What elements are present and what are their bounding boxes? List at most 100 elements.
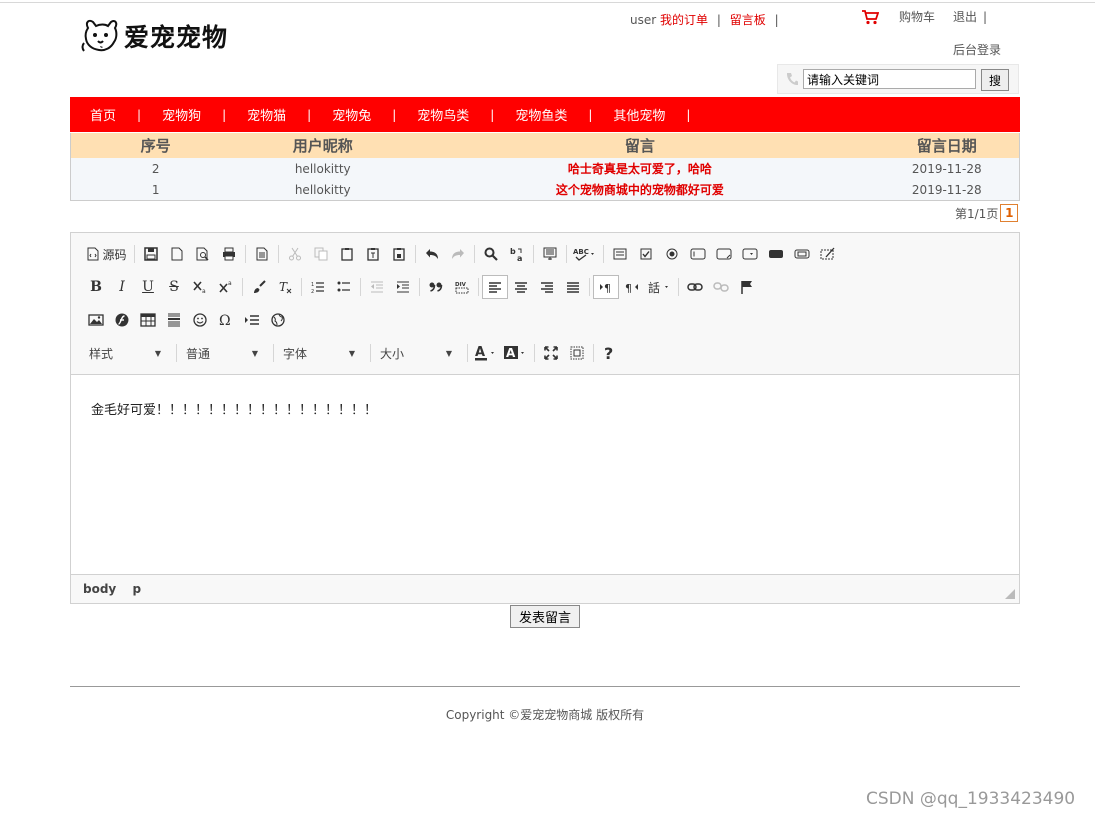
preview-button[interactable]: [190, 242, 216, 266]
spellcheck-button[interactable]: ABC: [570, 242, 600, 266]
indent-button[interactable]: [390, 275, 416, 299]
special-char-button[interactable]: Ω: [213, 308, 239, 332]
numbered-list-button[interactable]: 12: [305, 275, 331, 299]
svg-text:2: 2: [311, 289, 314, 294]
size-dropdown[interactable]: 大小 ▼: [374, 341, 458, 365]
nav-item-cats[interactable]: 宠物猫: [247, 105, 286, 124]
unlink-button[interactable]: [708, 275, 734, 299]
form-icon: [613, 248, 627, 260]
paste-button[interactable]: [334, 242, 360, 266]
page-number-button[interactable]: 1: [1000, 204, 1019, 222]
align-right-button[interactable]: [534, 275, 560, 299]
print-button[interactable]: [216, 242, 242, 266]
resize-handle-icon[interactable]: [1005, 589, 1015, 599]
top-links: user 我的订单 | 留言板 |: [630, 11, 784, 28]
submit-message-button[interactable]: 发表留言: [510, 605, 580, 628]
nav-item-fish[interactable]: 宠物鱼类: [515, 105, 567, 124]
outdent-button[interactable]: [364, 275, 390, 299]
redo-button[interactable]: [445, 242, 471, 266]
path-p[interactable]: p: [132, 582, 141, 596]
paste-word-button[interactable]: [386, 242, 412, 266]
copy-button[interactable]: [308, 242, 334, 266]
styles-dropdown[interactable]: 样式 ▼: [83, 341, 167, 365]
select-all-button[interactable]: [537, 242, 563, 266]
text-direction-rtl-button[interactable]: ¶: [619, 275, 645, 299]
editor-text[interactable]: 金毛好可爱！！！！！！！！！！！！！！！！！: [91, 399, 377, 418]
font-dropdown[interactable]: 字体 ▼: [277, 341, 361, 365]
undo-button[interactable]: [419, 242, 445, 266]
text-direction-ltr-button[interactable]: ¶: [593, 275, 619, 299]
cell-index: 1: [70, 179, 241, 201]
hidden-field-button[interactable]: [815, 242, 841, 266]
show-blocks-button[interactable]: [564, 341, 590, 365]
align-left-button[interactable]: [482, 275, 508, 299]
save-button[interactable]: [138, 242, 164, 266]
search-button[interactable]: 搜: [981, 69, 1009, 91]
button-field-icon: [769, 250, 783, 258]
radio-button[interactable]: [659, 242, 685, 266]
italic-button[interactable]: I: [109, 275, 135, 299]
background-color-button[interactable]: A: [501, 341, 531, 365]
flash-button[interactable]: [109, 308, 135, 332]
select-field-button[interactable]: [737, 242, 763, 266]
message-board-link[interactable]: 留言板: [730, 13, 766, 27]
language-button[interactable]: 話: [645, 275, 675, 299]
svg-text:a: a: [228, 280, 232, 287]
path-body[interactable]: body: [83, 582, 116, 596]
bulleted-list-button[interactable]: [331, 275, 357, 299]
admin-login-link[interactable]: 后台登录: [953, 41, 1001, 58]
textarea-button[interactable]: [711, 242, 737, 266]
cut-button[interactable]: [282, 242, 308, 266]
button-field-button[interactable]: [763, 242, 789, 266]
image-button[interactable]: [83, 308, 109, 332]
form-button[interactable]: [607, 242, 633, 266]
nav-item-rabbits[interactable]: 宠物兔: [332, 105, 371, 124]
nav-separator: |: [392, 107, 397, 122]
div-container-button[interactable]: DIV: [449, 275, 475, 299]
copy-format-button[interactable]: [246, 275, 272, 299]
smiley-button[interactable]: [187, 308, 213, 332]
subscript-button[interactable]: a: [187, 275, 213, 299]
source-button[interactable]: 源码: [83, 242, 131, 266]
search-input[interactable]: [803, 69, 976, 89]
nav-item-home[interactable]: 首页: [90, 105, 116, 124]
nav-item-other[interactable]: 其他宠物: [613, 105, 665, 124]
iframe-button[interactable]: [265, 308, 291, 332]
editor-content-area[interactable]: 金毛好可爱！！！！！！！！！！！！！！！！！: [71, 375, 1019, 575]
size-label: 大小: [380, 346, 405, 361]
text-color-button[interactable]: A: [471, 341, 501, 365]
remove-format-button[interactable]: T: [272, 275, 298, 299]
new-page-button[interactable]: [164, 242, 190, 266]
find-button[interactable]: [478, 242, 504, 266]
paste-text-button[interactable]: [360, 242, 386, 266]
format-dropdown[interactable]: 普通 ▼: [180, 341, 264, 365]
anchor-button[interactable]: [734, 275, 760, 299]
image-button-field-button[interactable]: [789, 242, 815, 266]
logout-link[interactable]: 退出: [953, 8, 977, 25]
page-break-button[interactable]: [239, 308, 265, 332]
cart-link[interactable]: 购物车: [899, 8, 935, 25]
horizontal-rule-button[interactable]: [161, 308, 187, 332]
nav-item-birds[interactable]: 宠物鸟类: [417, 105, 469, 124]
site-logo[interactable]: 爱宠宠物: [80, 16, 228, 56]
align-center-button[interactable]: [508, 275, 534, 299]
maximize-button[interactable]: [538, 341, 564, 365]
shopping-cart-icon[interactable]: [861, 9, 879, 25]
radio-icon: [666, 248, 678, 260]
checkbox-button[interactable]: [633, 242, 659, 266]
replace-button[interactable]: ba: [504, 242, 530, 266]
nav-item-dogs[interactable]: 宠物狗: [162, 105, 201, 124]
underline-button[interactable]: U: [135, 275, 161, 299]
table-button[interactable]: [135, 308, 161, 332]
templates-button[interactable]: [249, 242, 275, 266]
superscript-button[interactable]: a: [213, 275, 239, 299]
strikethrough-button[interactable]: S: [161, 275, 187, 299]
blockquote-button[interactable]: [423, 275, 449, 299]
textfield-button[interactable]: [685, 242, 711, 266]
svg-text:Ω: Ω: [219, 313, 231, 327]
bold-button[interactable]: B: [83, 275, 109, 299]
link-button[interactable]: [682, 275, 708, 299]
my-orders-link[interactable]: 我的订单: [660, 13, 708, 27]
about-button[interactable]: ?: [597, 341, 623, 365]
justify-button[interactable]: [560, 275, 586, 299]
